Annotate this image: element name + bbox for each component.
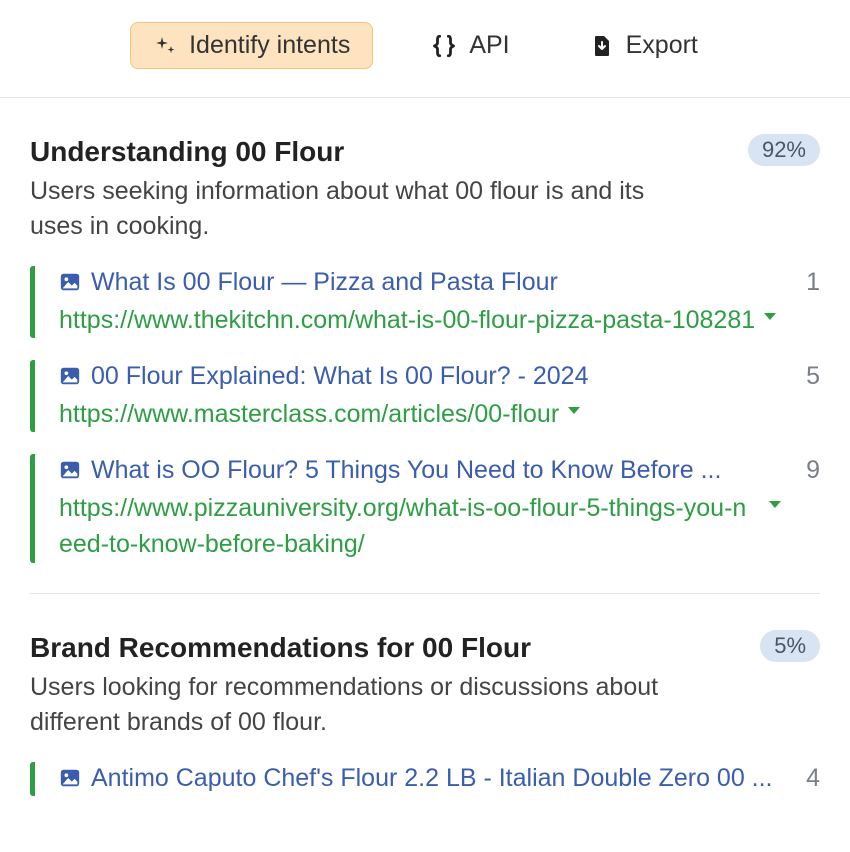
result-rank: 5 bbox=[798, 360, 820, 391]
group-title: Brand Recommendations for 00 Flour bbox=[30, 630, 670, 666]
result-url-link[interactable]: https://www.pizzauniversity.org/what-is-… bbox=[59, 490, 760, 563]
download-file-icon bbox=[590, 33, 614, 59]
result-list: Antimo Caputo Chef's Flour 2.2 LB - Ital… bbox=[30, 762, 820, 796]
image-icon bbox=[59, 271, 81, 293]
content: Understanding 00 Flour Users seeking inf… bbox=[0, 98, 850, 796]
export-button[interactable]: Export bbox=[568, 23, 720, 69]
sparkle-icon bbox=[153, 34, 177, 58]
percent-badge: 92% bbox=[748, 134, 820, 166]
group-description: Users seeking information about what 00 … bbox=[30, 174, 670, 244]
group-title: Understanding 00 Flour bbox=[30, 134, 670, 170]
image-icon bbox=[59, 365, 81, 387]
identify-intents-button[interactable]: Identify intents bbox=[130, 22, 373, 69]
export-label: Export bbox=[626, 33, 698, 58]
result-rank: 9 bbox=[798, 454, 820, 485]
result-title-link[interactable]: What is OO Flour? 5 Things You Need to K… bbox=[91, 454, 721, 488]
api-label: API bbox=[469, 33, 509, 58]
result-item: What is OO Flour? 5 Things You Need to K… bbox=[30, 454, 820, 562]
intent-group: Brand Recommendations for 00 Flour Users… bbox=[30, 593, 820, 796]
result-rank: 1 bbox=[798, 266, 820, 297]
result-item: 00 Flour Explained: What Is 00 Flour? - … bbox=[30, 360, 820, 432]
identify-intents-label: Identify intents bbox=[189, 33, 350, 58]
result-rank: 4 bbox=[798, 762, 820, 793]
result-title-link[interactable]: Antimo Caputo Chef's Flour 2.2 LB - Ital… bbox=[91, 762, 773, 796]
result-title-link[interactable]: What Is 00 Flour — Pizza and Pasta Flour bbox=[91, 266, 558, 300]
image-icon bbox=[59, 459, 81, 481]
result-url-link[interactable]: https://www.thekitchn.com/what-is-00-flo… bbox=[59, 302, 755, 338]
result-url-link[interactable]: https://www.masterclass.com/articles/00-… bbox=[59, 396, 559, 432]
intent-group: Understanding 00 Flour Users seeking inf… bbox=[30, 98, 820, 563]
result-list: What Is 00 Flour — Pizza and Pasta Flour… bbox=[30, 266, 820, 562]
dropdown-icon[interactable] bbox=[763, 312, 777, 322]
result-title-link[interactable]: 00 Flour Explained: What Is 00 Flour? - … bbox=[91, 360, 589, 394]
braces-icon bbox=[431, 33, 457, 59]
result-item: What Is 00 Flour — Pizza and Pasta Flour… bbox=[30, 266, 820, 338]
toolbar: Identify intents API Export bbox=[0, 0, 850, 98]
dropdown-icon[interactable] bbox=[567, 406, 581, 416]
image-icon bbox=[59, 767, 81, 789]
percent-badge: 5% bbox=[760, 630, 820, 662]
api-button[interactable]: API bbox=[409, 23, 531, 69]
result-item: Antimo Caputo Chef's Flour 2.2 LB - Ital… bbox=[30, 762, 820, 796]
group-description: Users looking for recommendations or dis… bbox=[30, 670, 670, 740]
dropdown-icon[interactable] bbox=[768, 500, 782, 510]
